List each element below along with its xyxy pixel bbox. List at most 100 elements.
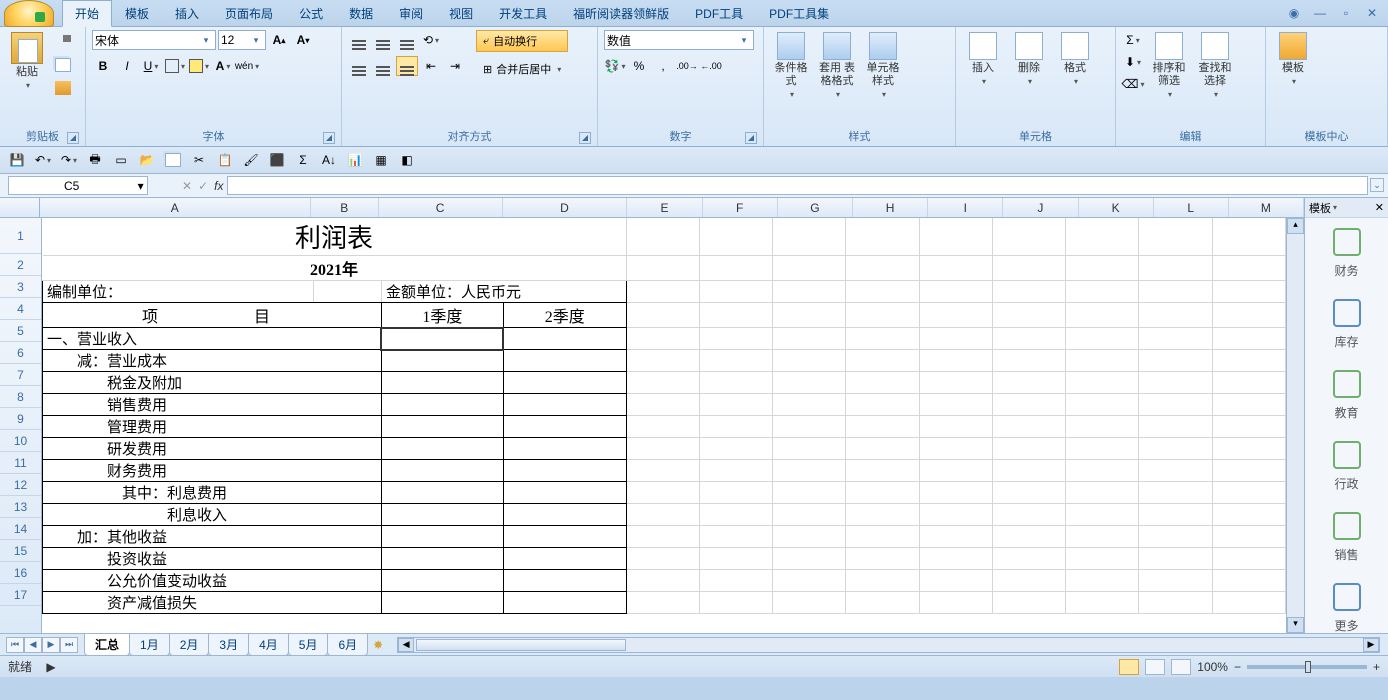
qat-sum[interactable]: Σ: [292, 150, 314, 170]
select-all-corner[interactable]: [0, 198, 40, 217]
horizontal-scrollbar[interactable]: ◀▶: [397, 637, 1380, 653]
sort-filter-button[interactable]: 排序和 筛选▾: [1148, 30, 1190, 101]
sheet-tab-汇总[interactable]: 汇总: [84, 634, 130, 656]
row-header-1[interactable]: 1: [0, 218, 41, 254]
ribbon-tab-9[interactable]: 福昕阅读器领鲜版: [560, 0, 682, 27]
comma-button[interactable]: ,: [652, 56, 674, 76]
col-header-B[interactable]: B: [311, 198, 379, 217]
qat-brush2[interactable]: 🖌: [240, 150, 262, 170]
wrap-text-button[interactable]: ⤶ 自动换行: [476, 30, 568, 52]
col-header-G[interactable]: G: [778, 198, 853, 217]
template-item-库存[interactable]: 库存: [1305, 289, 1388, 360]
macro-record-icon[interactable]: ▶: [40, 657, 62, 677]
col-header-D[interactable]: D: [503, 198, 628, 217]
qat-undo[interactable]: ↶▾: [32, 150, 54, 170]
vertical-scrollbar[interactable]: ▴▾: [1286, 218, 1304, 633]
qat-redo[interactable]: ↷▾: [58, 150, 80, 170]
sheet-nav-prev[interactable]: ◀: [24, 637, 42, 653]
table-format-button[interactable]: 套用 表格格式▾: [816, 30, 858, 101]
orientation-button[interactable]: ⟲▾: [420, 30, 442, 50]
currency-button[interactable]: 💱▾: [604, 56, 626, 76]
format-painter-button[interactable]: [52, 78, 74, 98]
row-header-3[interactable]: 3: [0, 276, 41, 298]
delete-cells-button[interactable]: 删除▾: [1008, 30, 1050, 88]
sheet-tab-1月[interactable]: 1月: [129, 634, 170, 656]
align-top-button[interactable]: [348, 30, 370, 50]
qat-paste2[interactable]: 📋: [214, 150, 236, 170]
ribbon-tab-2[interactable]: 插入: [162, 0, 212, 27]
expand-formula-bar[interactable]: ⌄: [1370, 178, 1384, 192]
zoom-out-button[interactable]: −: [1234, 660, 1241, 674]
cut-button[interactable]: [52, 32, 74, 52]
spreadsheet-grid[interactable]: ABCDEFGHIJKLM 1234567891011121314151617 …: [0, 198, 1304, 633]
help-icon[interactable]: ◉: [1284, 6, 1304, 20]
font-size-combo[interactable]: ▾: [218, 30, 266, 50]
row-header-9[interactable]: 9: [0, 408, 41, 430]
ribbon-tab-4[interactable]: 公式: [286, 0, 336, 27]
font-color-button[interactable]: A▾: [212, 56, 234, 76]
bold-button[interactable]: B: [92, 56, 114, 76]
row-header-7[interactable]: 7: [0, 364, 41, 386]
number-launcher[interactable]: ◢: [745, 132, 757, 144]
template-item-销售[interactable]: 销售: [1305, 502, 1388, 573]
italic-button[interactable]: I: [116, 56, 138, 76]
col-header-K[interactable]: K: [1079, 198, 1154, 217]
cancel-icon[interactable]: ✕: [182, 179, 192, 193]
formula-input[interactable]: [227, 176, 1368, 195]
font-launcher[interactable]: ◢: [323, 132, 335, 144]
restore-icon[interactable]: ▫: [1336, 6, 1356, 20]
sheet-tab-3月[interactable]: 3月: [208, 634, 249, 656]
align-right-button[interactable]: [396, 56, 418, 76]
decrease-decimal-button[interactable]: ←.00: [700, 56, 722, 76]
app-menu-button[interactable]: [4, 0, 54, 27]
row-header-4[interactable]: 4: [0, 298, 41, 320]
col-header-C[interactable]: C: [379, 198, 503, 217]
align-bottom-button[interactable]: [396, 30, 418, 50]
align-middle-button[interactable]: [372, 30, 394, 50]
increase-indent-button[interactable]: ⇥: [444, 56, 466, 76]
row-header-14[interactable]: 14: [0, 518, 41, 540]
ribbon-tab-11[interactable]: PDF工具集: [756, 0, 842, 27]
qat-sort[interactable]: A↓: [318, 150, 340, 170]
qat-cut2[interactable]: ✂: [188, 150, 210, 170]
col-header-A[interactable]: A: [40, 198, 311, 217]
insert-cells-button[interactable]: 插入▾: [962, 30, 1004, 88]
align-left-button[interactable]: [348, 56, 370, 76]
qat-table[interactable]: ▦: [370, 150, 392, 170]
col-header-H[interactable]: H: [853, 198, 928, 217]
sheet-tab-6月[interactable]: 6月: [327, 634, 368, 656]
align-launcher[interactable]: ◢: [579, 132, 591, 144]
font-name-combo[interactable]: ▾: [92, 30, 216, 50]
zoom-label[interactable]: 100%: [1197, 660, 1228, 674]
template-item-行政[interactable]: 行政: [1305, 431, 1388, 502]
copy-button[interactable]: [52, 55, 74, 75]
fill-button[interactable]: ⬇▾: [1122, 52, 1144, 72]
increase-decimal-button[interactable]: .00→: [676, 56, 698, 76]
qat-open[interactable]: 📂: [136, 150, 158, 170]
cell-styles-button[interactable]: 单元格 样式▾: [862, 30, 904, 101]
sheet-nav-first[interactable]: ⏮: [6, 637, 24, 653]
col-header-L[interactable]: L: [1154, 198, 1229, 217]
view-page-layout-button[interactable]: [1145, 659, 1165, 675]
view-page-break-button[interactable]: [1171, 659, 1191, 675]
ribbon-tab-3[interactable]: 页面布局: [212, 0, 286, 27]
sheet-tab-2月[interactable]: 2月: [169, 634, 210, 656]
template-item-教育[interactable]: 教育: [1305, 360, 1388, 431]
zoom-in-button[interactable]: +: [1373, 660, 1380, 674]
close-icon[interactable]: ✕: [1362, 6, 1382, 20]
sheet-nav-last[interactable]: ⏭: [60, 637, 78, 653]
border-button[interactable]: ▾: [164, 56, 186, 76]
row-header-6[interactable]: 6: [0, 342, 41, 364]
template-center-button[interactable]: 模板▾: [1272, 30, 1314, 88]
conditional-format-button[interactable]: 条件格式▾: [770, 30, 812, 101]
zoom-slider[interactable]: [1247, 665, 1367, 669]
ribbon-tab-6[interactable]: 审阅: [386, 0, 436, 27]
paste-button[interactable]: 粘贴 ▾: [6, 30, 48, 92]
template-panel-close[interactable]: ✕: [1375, 201, 1384, 214]
row-header-15[interactable]: 15: [0, 540, 41, 562]
name-box[interactable]: ▾: [8, 176, 148, 195]
row-header-10[interactable]: 10: [0, 430, 41, 452]
ribbon-tab-7[interactable]: 视图: [436, 0, 486, 27]
fill-color-button[interactable]: ▾: [188, 56, 210, 76]
qat-chart[interactable]: 📊: [344, 150, 366, 170]
